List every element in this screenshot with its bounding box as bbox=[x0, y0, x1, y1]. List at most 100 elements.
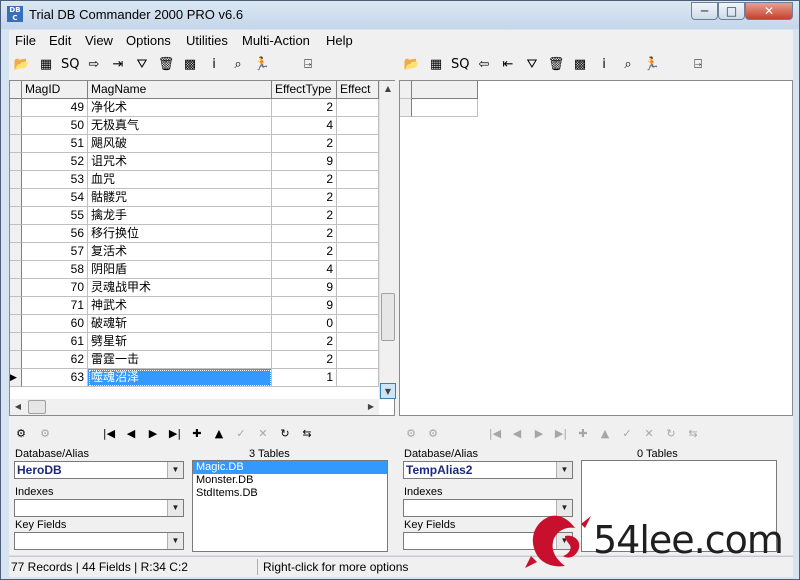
grid-cell[interactable] bbox=[337, 153, 379, 171]
grid-cell[interactable]: 阴阳盾 bbox=[88, 261, 272, 279]
batch-icon[interactable]: ▩ bbox=[571, 56, 589, 74]
last-record-icon[interactable]: ▶| bbox=[165, 424, 185, 444]
grid-cell[interactable] bbox=[337, 99, 379, 117]
find-icon[interactable]: ⌕ bbox=[229, 56, 247, 74]
grid-cell[interactable] bbox=[337, 333, 379, 351]
row-indicator[interactable] bbox=[10, 315, 22, 333]
grid-cell[interactable]: 噬魂沼泽 bbox=[88, 369, 272, 387]
chevron-down-icon[interactable]: ▼ bbox=[556, 462, 572, 478]
post-edit-icon[interactable]: ✓ bbox=[231, 424, 251, 444]
grid-cell[interactable]: 55 bbox=[22, 207, 88, 225]
info-icon[interactable]: i bbox=[595, 56, 613, 74]
grid-cell[interactable] bbox=[337, 135, 379, 153]
row-indicator[interactable] bbox=[10, 135, 22, 153]
grid-cell[interactable]: 复活术 bbox=[88, 243, 272, 261]
grid-cell[interactable]: 58 bbox=[22, 261, 88, 279]
connect-icon[interactable]: ⚙ bbox=[11, 424, 31, 444]
grid-cell[interactable] bbox=[337, 279, 379, 297]
row-indicator[interactable] bbox=[10, 351, 22, 369]
grid-cell[interactable] bbox=[337, 369, 379, 387]
grid-cell[interactable]: 52 bbox=[22, 153, 88, 171]
row-indicator[interactable] bbox=[10, 117, 22, 135]
table-list-item[interactable]: Magic.DB bbox=[193, 461, 387, 474]
prior-record-icon[interactable]: ◀ bbox=[121, 424, 141, 444]
chevron-down-icon[interactable]: ▼ bbox=[167, 533, 183, 549]
cancel-edit-icon[interactable]: ✕ bbox=[253, 424, 273, 444]
grid-cell[interactable]: 2 bbox=[272, 99, 337, 117]
grid-cell[interactable] bbox=[337, 225, 379, 243]
trash-icon[interactable]: 🗑 bbox=[547, 56, 565, 74]
right-grid-cell[interactable] bbox=[412, 99, 478, 117]
grid-horizontal-scrollbar[interactable]: ◀ ▶ bbox=[10, 399, 379, 415]
table-icon[interactable]: ▦ bbox=[427, 56, 445, 74]
grid-cell[interactable]: 劈星斩 bbox=[88, 333, 272, 351]
row-indicator[interactable] bbox=[10, 225, 22, 243]
grid-cell[interactable]: 71 bbox=[22, 297, 88, 315]
row-indicator[interactable] bbox=[10, 333, 22, 351]
swap-icon[interactable]: ⇆ bbox=[683, 424, 703, 444]
grid-cell[interactable] bbox=[337, 351, 379, 369]
close-button[interactable]: ✕ bbox=[745, 2, 793, 20]
scroll-down-icon[interactable]: ▼ bbox=[380, 383, 396, 399]
grid-cell[interactable] bbox=[337, 117, 379, 135]
grid-cell[interactable]: 2 bbox=[272, 351, 337, 369]
grid-cell[interactable] bbox=[337, 315, 379, 333]
left-database-select[interactable]: HeroDB ▼ bbox=[14, 461, 184, 479]
grid-cell[interactable]: 2 bbox=[272, 333, 337, 351]
refresh-icon[interactable]: ↻ bbox=[275, 424, 295, 444]
filter-icon[interactable]: ⛛ bbox=[133, 56, 151, 74]
find-icon[interactable]: ⌕ bbox=[619, 56, 637, 74]
grid-cell[interactable]: 9 bbox=[272, 297, 337, 315]
col-effect-header[interactable]: Effect bbox=[337, 81, 379, 99]
row-indicator[interactable] bbox=[10, 261, 22, 279]
grid-cell[interactable]: 雷霆一击 bbox=[88, 351, 272, 369]
row-indicator[interactable] bbox=[10, 243, 22, 261]
disconnect-icon[interactable]: ⚙ bbox=[423, 424, 443, 444]
grid-cell[interactable]: 62 bbox=[22, 351, 88, 369]
scroll-right-icon[interactable]: ▶ bbox=[363, 399, 379, 415]
grid-cell[interactable]: 57 bbox=[22, 243, 88, 261]
menu-edit[interactable]: Edit bbox=[49, 33, 71, 48]
menu-view[interactable]: View bbox=[85, 33, 113, 48]
grid-cell[interactable]: 血咒 bbox=[88, 171, 272, 189]
sql-icon[interactable]: SQ bbox=[451, 56, 469, 74]
table-icon[interactable]: ▦ bbox=[37, 56, 55, 74]
grid-cell[interactable]: 净化术 bbox=[88, 99, 272, 117]
grid-cell[interactable] bbox=[337, 207, 379, 225]
grid-cell[interactable]: 63 bbox=[22, 369, 88, 387]
grid-cell[interactable]: 1 bbox=[272, 369, 337, 387]
row-indicator[interactable] bbox=[10, 279, 22, 297]
grid-cell[interactable]: 2 bbox=[272, 207, 337, 225]
disconnect-icon[interactable]: ⚙ bbox=[35, 424, 55, 444]
trash-icon[interactable]: 🗑 bbox=[157, 56, 175, 74]
grid-cell[interactable] bbox=[337, 171, 379, 189]
minimize-button[interactable]: ─ bbox=[691, 2, 718, 20]
next-record-icon[interactable]: ▶ bbox=[143, 424, 163, 444]
grid-cell[interactable]: 4 bbox=[272, 261, 337, 279]
right-database-select[interactable]: TempAlias2 ▼ bbox=[403, 461, 573, 479]
info-icon[interactable]: i bbox=[205, 56, 223, 74]
row-indicator[interactable] bbox=[10, 99, 22, 117]
exit-icon[interactable]: ⍈ bbox=[299, 56, 317, 74]
insert-record-icon[interactable]: ✚ bbox=[187, 424, 207, 444]
chevron-down-icon[interactable]: ▼ bbox=[167, 462, 183, 478]
grid-cell[interactable]: 9 bbox=[272, 279, 337, 297]
menu-file[interactable]: File bbox=[15, 33, 36, 48]
grid-vertical-scrollbar[interactable]: ▲ ▼ bbox=[379, 81, 396, 399]
grid-cell[interactable]: 飓风破 bbox=[88, 135, 272, 153]
scroll-thumb[interactable] bbox=[381, 293, 395, 341]
row-indicator[interactable] bbox=[10, 153, 22, 171]
delete-record-icon[interactable]: ▲ bbox=[595, 424, 615, 444]
grid-cell[interactable]: 9 bbox=[272, 153, 337, 171]
left-keyfields-select[interactable]: ▼ bbox=[14, 532, 184, 550]
grid-cell[interactable]: 骷髅咒 bbox=[88, 189, 272, 207]
table-list-item[interactable]: Monster.DB bbox=[193, 474, 387, 487]
prior-record-icon[interactable]: ◀ bbox=[507, 424, 527, 444]
grid-cell[interactable]: 2 bbox=[272, 135, 337, 153]
grid-cell[interactable] bbox=[337, 189, 379, 207]
hscroll-thumb[interactable] bbox=[28, 400, 46, 414]
grid-cell[interactable]: 60 bbox=[22, 315, 88, 333]
grid-cell[interactable] bbox=[337, 243, 379, 261]
grid-cell[interactable] bbox=[337, 297, 379, 315]
menu-options[interactable]: Options bbox=[126, 33, 171, 48]
